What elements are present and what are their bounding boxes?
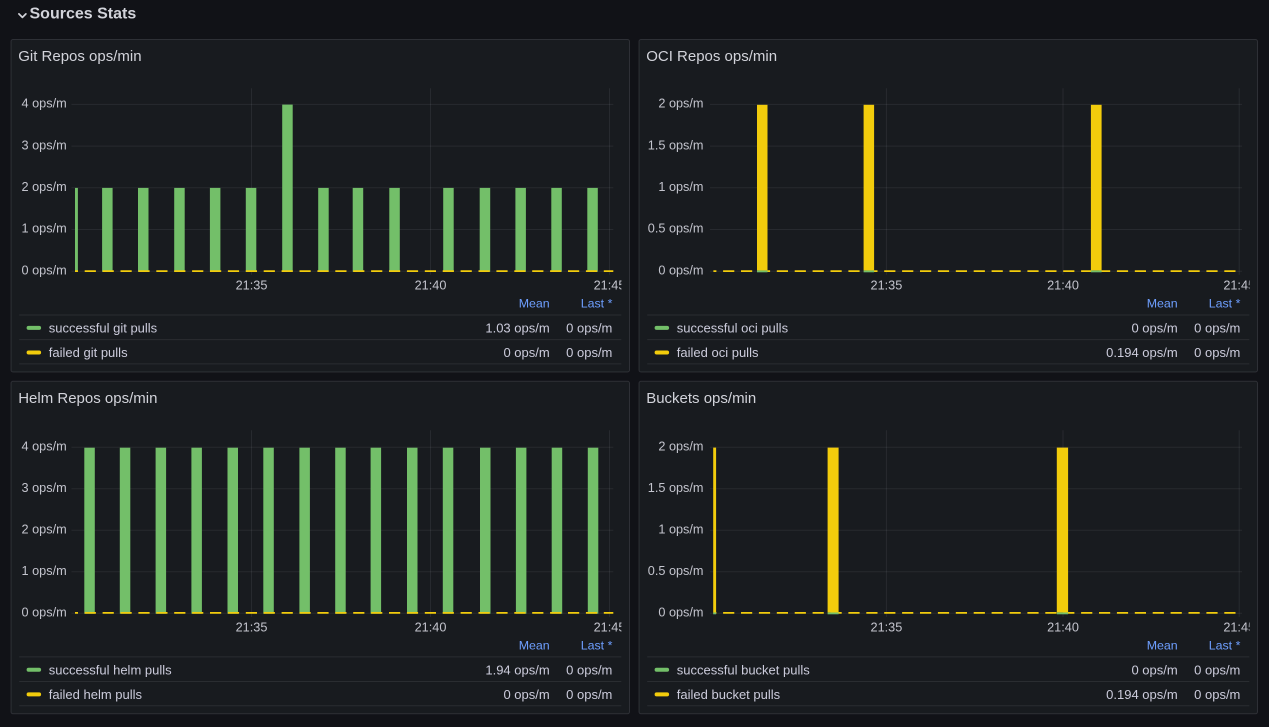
- svg-text:21:35: 21:35: [871, 621, 903, 635]
- svg-text:0 ops/m: 0 ops/m: [566, 320, 612, 335]
- svg-text:Last *: Last *: [581, 639, 613, 653]
- svg-text:0 ops/m: 0 ops/m: [503, 687, 549, 702]
- svg-text:2 ops/m: 2 ops/m: [22, 180, 67, 194]
- svg-text:successful git pulls: successful git pulls: [49, 320, 158, 335]
- svg-text:failed helm pulls: failed helm pulls: [49, 687, 143, 702]
- svg-text:2 ops/m: 2 ops/m: [658, 97, 703, 111]
- svg-text:failed git pulls: failed git pulls: [49, 345, 128, 360]
- svg-text:0 ops/m: 0 ops/m: [22, 606, 67, 620]
- svg-text:3 ops/m: 3 ops/m: [22, 481, 67, 495]
- svg-text:1.5 ops/m: 1.5 ops/m: [648, 138, 704, 152]
- svg-text:Mean: Mean: [519, 297, 550, 311]
- svg-text:1 ops/m: 1 ops/m: [22, 564, 67, 578]
- svg-text:21:35: 21:35: [236, 278, 268, 292]
- svg-text:1.03 ops/m: 1.03 ops/m: [485, 320, 549, 335]
- svg-text:2 ops/m: 2 ops/m: [22, 523, 67, 537]
- svg-text:Git Repos ops/min: Git Repos ops/min: [18, 48, 141, 65]
- svg-text:1.5 ops/m: 1.5 ops/m: [648, 481, 704, 495]
- svg-text:successful bucket pulls: successful bucket pulls: [677, 662, 810, 677]
- svg-text:0.5 ops/m: 0.5 ops/m: [648, 564, 704, 578]
- svg-text:0 ops/m: 0 ops/m: [22, 263, 67, 277]
- svg-text:0 ops/m: 0 ops/m: [1131, 320, 1177, 335]
- svg-text:21:40: 21:40: [1047, 278, 1079, 292]
- svg-text:successful helm pulls: successful helm pulls: [49, 662, 172, 677]
- svg-text:21:45: 21:45: [594, 621, 626, 635]
- svg-text:0 ops/m: 0 ops/m: [1194, 320, 1240, 335]
- svg-text:0.194 ops/m: 0.194 ops/m: [1106, 687, 1178, 702]
- svg-text:0 ops/m: 0 ops/m: [1194, 662, 1240, 677]
- svg-text:Last *: Last *: [581, 297, 613, 311]
- svg-text:Sources Stats: Sources Stats: [30, 6, 137, 23]
- svg-text:0 ops/m: 0 ops/m: [503, 345, 549, 360]
- svg-text:Last *: Last *: [1209, 639, 1241, 653]
- svg-text:4 ops/m: 4 ops/m: [22, 97, 67, 111]
- svg-text:0 ops/m: 0 ops/m: [566, 662, 612, 677]
- svg-text:0 ops/m: 0 ops/m: [658, 606, 703, 620]
- svg-text:0 ops/m: 0 ops/m: [566, 345, 612, 360]
- svg-text:Last *: Last *: [1209, 297, 1241, 311]
- svg-text:4 ops/m: 4 ops/m: [22, 440, 67, 454]
- svg-text:1 ops/m: 1 ops/m: [658, 523, 703, 537]
- svg-text:0 ops/m: 0 ops/m: [658, 263, 703, 277]
- svg-text:Helm Repos ops/min: Helm Repos ops/min: [18, 390, 157, 407]
- svg-text:21:40: 21:40: [415, 278, 447, 292]
- svg-text:0.5 ops/m: 0.5 ops/m: [648, 222, 704, 236]
- svg-text:3 ops/m: 3 ops/m: [22, 138, 67, 152]
- svg-text:Buckets ops/min: Buckets ops/min: [646, 390, 756, 407]
- svg-text:Mean: Mean: [1147, 639, 1178, 653]
- svg-text:21:40: 21:40: [415, 621, 447, 635]
- svg-text:21:45: 21:45: [594, 278, 626, 292]
- svg-text:0 ops/m: 0 ops/m: [566, 687, 612, 702]
- svg-text:failed bucket pulls: failed bucket pulls: [677, 687, 781, 702]
- svg-text:0 ops/m: 0 ops/m: [1131, 662, 1177, 677]
- svg-text:Mean: Mean: [519, 639, 550, 653]
- svg-text:0 ops/m: 0 ops/m: [1194, 687, 1240, 702]
- svg-text:OCI Repos ops/min: OCI Repos ops/min: [646, 48, 777, 65]
- svg-text:2 ops/m: 2 ops/m: [658, 440, 703, 454]
- svg-text:1 ops/m: 1 ops/m: [22, 222, 67, 236]
- svg-text:0.194 ops/m: 0.194 ops/m: [1106, 345, 1178, 360]
- svg-text:failed oci pulls: failed oci pulls: [677, 345, 759, 360]
- svg-text:successful oci pulls: successful oci pulls: [677, 320, 789, 335]
- svg-text:Mean: Mean: [1147, 297, 1178, 311]
- svg-text:21:35: 21:35: [871, 278, 903, 292]
- svg-text:21:35: 21:35: [236, 621, 268, 635]
- svg-text:1.94 ops/m: 1.94 ops/m: [485, 662, 549, 677]
- svg-text:0 ops/m: 0 ops/m: [1194, 345, 1240, 360]
- svg-text:1 ops/m: 1 ops/m: [658, 180, 703, 194]
- svg-text:21:40: 21:40: [1047, 621, 1079, 635]
